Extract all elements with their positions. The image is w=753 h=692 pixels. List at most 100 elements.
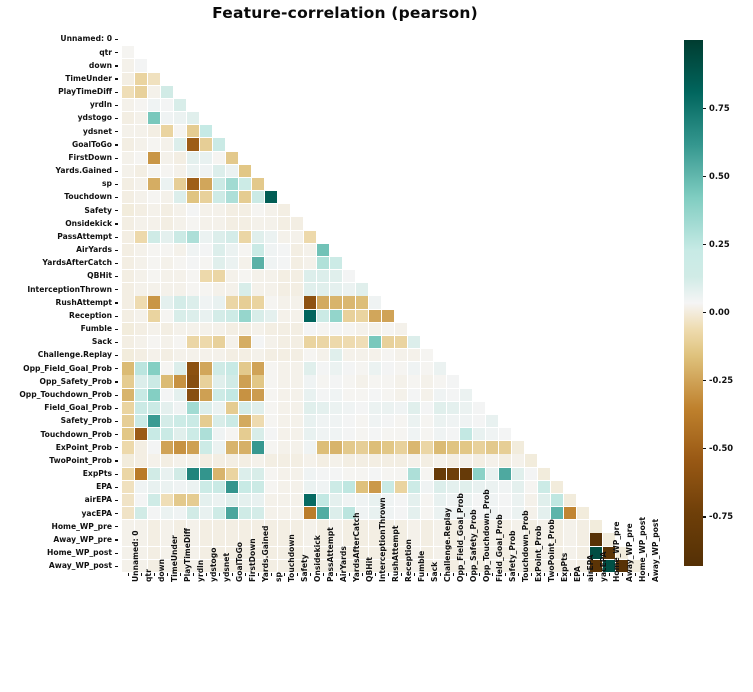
heatmap-cell [590, 533, 603, 546]
heatmap-cell [122, 428, 135, 441]
heatmap-cell [187, 256, 200, 270]
heatmap-cell [239, 401, 252, 415]
heatmap-cell [187, 177, 200, 191]
heatmap-cell [213, 401, 226, 415]
x-axis-tick-label: ExpPts [559, 552, 569, 582]
heatmap-cell [174, 125, 187, 138]
heatmap-cell [564, 507, 577, 520]
heatmap-cell [447, 375, 460, 388]
y-axis-tick [114, 513, 118, 515]
heatmap-cell [213, 454, 226, 467]
heatmap-cell [148, 546, 161, 559]
heatmap-cell [161, 388, 174, 401]
heatmap-cell [317, 349, 330, 362]
heatmap-cell [382, 388, 395, 401]
heatmap-cell [239, 454, 252, 467]
heatmap-cell [122, 217, 135, 230]
heatmap-cell [278, 388, 291, 401]
colorbar-tick [703, 516, 707, 518]
heatmap-cell [187, 507, 200, 520]
heatmap-cell [187, 375, 200, 388]
y-axis-tick [114, 170, 118, 172]
heatmap-cell [200, 454, 213, 467]
heatmap-cell [239, 349, 252, 362]
heatmap-cell [343, 362, 356, 375]
heatmap-cell [343, 270, 356, 283]
heatmap-cell [473, 467, 486, 480]
heatmap-cell [291, 520, 304, 533]
heatmap-cell [161, 204, 174, 217]
heatmap-cell [395, 335, 408, 349]
heatmap-cell [291, 493, 304, 507]
y-axis-tick-label: Away_WP_pre [53, 534, 112, 544]
heatmap-cell [161, 138, 174, 151]
x-axis-tick [491, 573, 494, 577]
heatmap-cell [382, 467, 395, 480]
y-axis-tick [114, 38, 118, 41]
heatmap-cell [577, 520, 590, 533]
heatmap-cell [252, 428, 265, 441]
heatmap-cell [135, 177, 148, 191]
heatmap-cell [148, 72, 161, 85]
y-axis-tick-label: down [88, 60, 112, 70]
heatmap-cell [278, 375, 291, 388]
y-axis-tick [114, 341, 118, 344]
heatmap-cell [265, 454, 278, 467]
heatmap-cell [135, 125, 148, 138]
y-axis-tick [114, 104, 118, 107]
y-axis-tick-label: FirstDown [68, 152, 112, 162]
heatmap-cell [135, 349, 148, 362]
heatmap-cell [382, 414, 395, 428]
heatmap-cell [395, 388, 408, 401]
heatmap-cell [213, 480, 226, 494]
colorbar-tick [703, 107, 707, 109]
heatmap-cell [161, 191, 174, 204]
heatmap-cell [499, 467, 512, 480]
heatmap-cell [356, 480, 369, 494]
heatmap-cell [174, 493, 187, 507]
heatmap-cell [200, 401, 213, 415]
heatmap-cell [395, 454, 408, 467]
heatmap-cell [434, 414, 447, 428]
heatmap-cell [252, 349, 265, 362]
heatmap-cell [239, 493, 252, 507]
heatmap-cell [343, 414, 356, 428]
heatmap-cell [213, 335, 226, 349]
heatmap-cell [174, 283, 187, 296]
y-axis-tick [114, 539, 118, 541]
heatmap-cell [252, 480, 265, 494]
colorbar-tick-label: -0.50 [709, 443, 734, 454]
heatmap-cell [161, 520, 174, 533]
heatmap-cell [330, 349, 343, 362]
y-axis-tick [114, 144, 118, 146]
x-axis-tick-label: Challenge.Replay [442, 507, 452, 582]
y-axis-tick-label: YardsAfterCatch [42, 258, 112, 268]
y-axis-tick [114, 157, 118, 159]
heatmap-cell [330, 283, 343, 296]
heatmap-cell [174, 243, 187, 256]
heatmap-cell [382, 375, 395, 388]
x-axis-tick [634, 573, 637, 577]
heatmap-cell [265, 230, 278, 243]
heatmap-cell [343, 309, 356, 322]
heatmap-cell [356, 322, 369, 336]
heatmap-cell [304, 467, 317, 480]
heatmap-cell [148, 98, 161, 112]
heatmap-cell [226, 520, 239, 533]
heatmap-cell [291, 375, 304, 388]
heatmap-cell [213, 296, 226, 309]
x-axis-tick [283, 573, 286, 577]
heatmap-cell [278, 493, 291, 507]
heatmap-cell [213, 138, 226, 151]
heatmap-cell [122, 59, 135, 72]
y-axis-tick [114, 197, 118, 199]
x-axis-tick-label: Safety_Prob [507, 530, 517, 582]
heatmap-cell [148, 322, 161, 336]
y-axis-tick [114, 302, 118, 304]
heatmap-cell [304, 335, 317, 349]
heatmap-cell [486, 428, 499, 441]
heatmap-cell [148, 375, 161, 388]
heatmap-cell [499, 454, 512, 467]
heatmap-cell [486, 414, 499, 428]
chart-title: Feature-correlation (pearson) [212, 4, 478, 22]
